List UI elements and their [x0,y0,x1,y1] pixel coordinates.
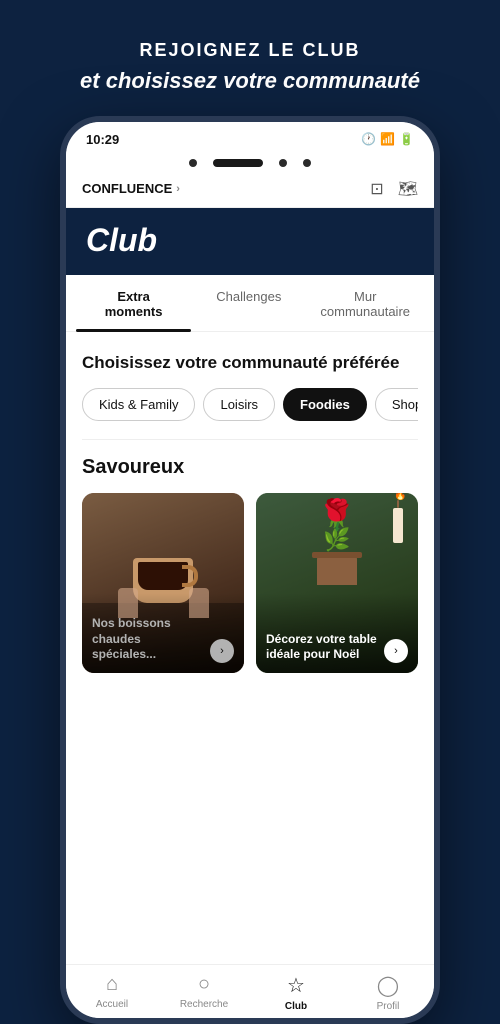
camera-area [66,153,434,171]
cup-handle [182,565,198,587]
floral-decor: 🌹 🌿 [317,501,357,585]
community-section: Choisissez votre communauté préférée Kid… [66,332,434,439]
header-title: REJOIGNEZ LE CLUB [20,40,480,61]
wifi-icon: 📶 [380,132,395,146]
card-hot-drinks[interactable]: Nos boissons chaudes spéciales... › [82,493,244,673]
nav-club[interactable]: ☆ Club [250,973,342,1012]
scan-icon[interactable]: ⊡ [370,179,383,199]
card-table-deco[interactable]: 🌹 🌿 🔥 [256,493,418,673]
home-icon: ⌂ [106,973,118,996]
chip-shoppers[interactable]: Shoppers [375,388,418,421]
savoureux-section: Savoureux [66,440,434,685]
flame-icon: 🔥 [394,493,406,501]
vase [317,555,357,585]
nav-recherche[interactable]: ○ Recherche [158,973,250,1012]
chip-loisirs[interactable]: Loisirs [203,388,275,421]
nav-recherche-label: Recherche [180,999,228,1010]
card1-text: Nos boissons chaudes spéciales... [92,616,204,663]
hand-left [118,588,138,618]
tab-bar: Extra moments Challenges Mur communautai… [66,275,434,332]
battery-icon: 🔋 [399,132,414,146]
app-title: Club [86,222,414,259]
savoureux-title: Savoureux [82,456,418,479]
coffee-liquid [138,562,188,590]
camera-dot-right [279,159,287,167]
page-header: REJOIGNEZ LE CLUB et choisissez votre co… [0,0,500,116]
card2-text: Décorez votre table idéale pour Noël [266,632,378,663]
club-icon: ☆ [287,973,305,998]
nav-club-label: Club [285,1001,307,1012]
bottom-nav: ⌂ Accueil ○ Recherche ☆ Club ◯ Profil [66,964,434,1018]
phone-frame: 10:29 🕐 📶 🔋 CONFLUENCE › ⊡ 🗺 [60,116,440,1024]
card2-arrow[interactable]: › [384,639,408,663]
alarm-icon: 🕐 [361,132,376,146]
candle-body: 🔥 [393,508,403,543]
community-heading: Choisissez votre communauté préférée [82,352,418,374]
tab-mur-communautaire[interactable]: Mur communautaire [306,275,424,331]
hands-area [92,588,234,618]
nav-profil-label: Profil [377,1001,400,1012]
card1-arrow[interactable]: › [210,639,234,663]
card2-overlay: Décorez votre table idéale pour Noël › [256,593,418,673]
browser-icons: ⊡ 🗺 [370,179,418,199]
tab-extra-moments[interactable]: Extra moments [76,275,191,331]
app-header: Club [66,208,434,275]
community-chips: Kids & Family Loisirs Foodies Shoppers [82,388,418,423]
chip-foodies[interactable]: Foodies [283,388,367,421]
profile-icon: ◯ [377,973,399,998]
header-subtitle: et choisissez votre communauté [20,67,480,96]
url-text: CONFLUENCE [82,181,172,196]
nav-profil[interactable]: ◯ Profil [342,973,434,1012]
nav-accueil[interactable]: ⌂ Accueil [66,973,158,1012]
status-icons: 🕐 📶 🔋 [361,132,414,146]
nav-accueil-label: Accueil [96,999,128,1010]
candle: 🔥 [393,508,403,543]
vase-rim [312,552,362,558]
app-content: Extra moments Challenges Mur communautai… [66,275,434,964]
browser-bar[interactable]: CONFLUENCE › ⊡ 🗺 [66,171,434,208]
candle-wick [397,500,399,508]
camera-dot-far [303,159,311,167]
cards-row: Nos boissons chaudes spéciales... › 🌹 🌿 [82,493,418,673]
camera-pill [213,159,263,167]
chip-kids-family[interactable]: Kids & Family [82,388,195,421]
tab-challenges[interactable]: Challenges [191,275,306,331]
camera-dot-left [189,159,197,167]
map-icon[interactable]: 🗺 [398,179,418,199]
status-bar: 10:29 🕐 📶 🔋 [66,122,434,153]
status-time: 10:29 [86,132,119,147]
search-icon: ○ [198,973,210,996]
hand-right [189,588,209,618]
browser-url[interactable]: CONFLUENCE › [82,181,180,196]
url-chevron: › [176,183,180,195]
